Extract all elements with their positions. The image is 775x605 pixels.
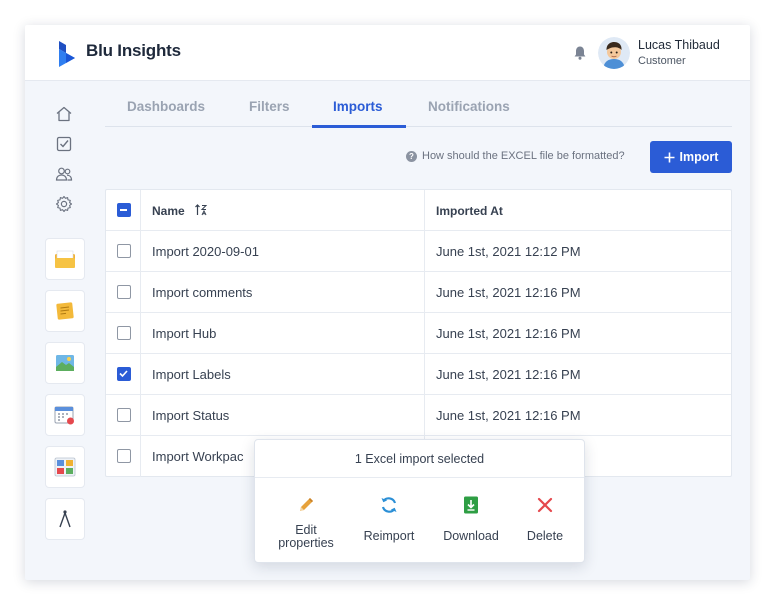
import-name: Import 2020-09-01 (152, 244, 259, 259)
pencil-icon (300, 498, 313, 511)
column-header-imported-at[interactable]: Imported At (436, 204, 503, 218)
import-name: Import Status (152, 408, 230, 423)
user-name[interactable]: Lucas Thibaud (638, 38, 720, 52)
import-date: June 1st, 2021 12:16 PM (436, 367, 581, 382)
tab-bar: Dashboards Filters Imports Notifications (105, 97, 732, 128)
selection-count-text: 1 Excel import selected (255, 440, 584, 478)
selection-action-popover: 1 Excel import selected Edit properties … (254, 439, 585, 563)
dashboard-chart-icon (54, 457, 76, 477)
help-text: How should the EXCEL file be formatted? (422, 150, 625, 162)
active-tab-indicator (312, 125, 406, 128)
app-window: Blu Insights Lucas Thibaud Customer Dash… (25, 25, 750, 580)
import-button-label: Import (679, 150, 719, 164)
import-date: June 1st, 2021 12:16 PM (436, 326, 581, 341)
download-button[interactable]: Download (436, 495, 506, 543)
question-icon: ? (406, 150, 417, 162)
select-all-checkbox[interactable] (117, 203, 131, 217)
table-header-row: Name Imported At (106, 190, 731, 231)
download-label: Download (443, 529, 499, 543)
import-date: June 1st, 2021 12:16 PM (436, 408, 581, 423)
users-icon[interactable] (55, 165, 73, 183)
table-row[interactable]: Import Hub June 1st, 2021 12:16 PM (106, 313, 731, 354)
edit-properties-button[interactable]: Edit properties (271, 495, 341, 550)
import-name: Import Hub (152, 326, 217, 341)
user-role: Customer (638, 55, 686, 67)
image-icon (56, 355, 74, 371)
table-row[interactable]: Import 2020-09-01 June 1st, 2021 12:12 P… (106, 231, 731, 272)
compass-icon (59, 510, 71, 528)
row-checkbox[interactable] (117, 326, 131, 340)
sidebar-app-calendar[interactable] (45, 394, 85, 436)
tasks-icon[interactable] (55, 135, 73, 153)
folder-icon (55, 250, 75, 268)
table-row[interactable]: Import comments June 1st, 2021 12:16 PM (106, 272, 731, 313)
import-name: Import comments (152, 285, 253, 300)
sidebar-app-dashboard[interactable] (45, 446, 85, 488)
import-button[interactable]: Import (650, 141, 732, 173)
tab-imports[interactable]: Imports (333, 99, 383, 114)
edit-properties-label: Edit properties (278, 523, 334, 550)
reimport-button[interactable]: Reimport (354, 495, 424, 543)
blu-insights-logo[interactable] (57, 40, 77, 68)
gear-icon[interactable] (55, 195, 73, 213)
plus-icon (664, 152, 675, 162)
close-icon (537, 497, 553, 513)
calendar-icon (54, 406, 74, 425)
bell-icon[interactable] (572, 45, 588, 61)
sort-icon[interactable] (194, 203, 208, 217)
home-icon[interactable] (55, 105, 73, 123)
import-name: Import Labels (152, 367, 231, 382)
column-header-name[interactable]: Name (152, 204, 185, 218)
import-date: June 1st, 2021 12:16 PM (436, 285, 581, 300)
user-avatar[interactable] (598, 37, 630, 69)
row-checkbox[interactable] (117, 285, 131, 299)
row-checkbox[interactable] (117, 408, 131, 422)
app-title: Blu Insights (86, 41, 181, 60)
sidebar-app-compass[interactable] (45, 498, 85, 540)
excel-format-help-link[interactable]: ? How should the EXCEL file be formatted… (406, 150, 625, 162)
row-checkbox[interactable] (117, 367, 131, 381)
table-row[interactable]: Import Labels June 1st, 2021 12:16 PM (106, 354, 731, 395)
sticky-note-icon (56, 302, 74, 320)
check-icon (119, 370, 128, 378)
sidebar-app-inbox[interactable] (45, 238, 85, 280)
import-date: June 1st, 2021 12:12 PM (436, 244, 581, 259)
tab-filters[interactable]: Filters (249, 99, 290, 114)
table-row[interactable]: Import Status June 1st, 2021 12:16 PM (106, 395, 731, 436)
top-bar: Blu Insights Lucas Thibaud Customer (25, 25, 750, 81)
delete-label: Delete (526, 529, 564, 543)
import-name: Import Workpac (152, 449, 244, 464)
row-checkbox[interactable] (117, 449, 131, 463)
tab-dashboards[interactable]: Dashboards (127, 99, 205, 114)
tab-notifications[interactable]: Notifications (428, 99, 510, 114)
reimport-label: Reimport (363, 529, 415, 543)
sidebar-app-gallery[interactable] (45, 342, 85, 384)
delete-button[interactable]: Delete (510, 495, 580, 543)
imports-table: Name Imported At Import 2020-09-01 June … (105, 189, 732, 477)
row-checkbox[interactable] (117, 244, 131, 258)
refresh-icon (381, 497, 397, 513)
sidebar-app-notes[interactable] (45, 290, 85, 332)
download-icon (464, 496, 478, 514)
